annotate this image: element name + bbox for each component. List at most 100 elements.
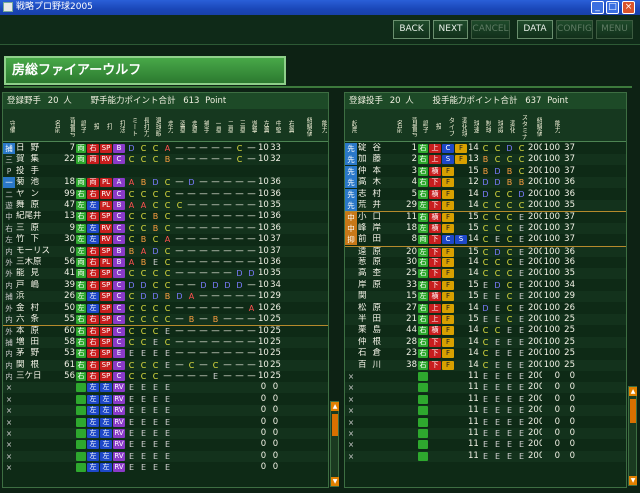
pitcher-row[interactable]: 先仲本3右横F150BDBC20010037 xyxy=(345,165,626,177)
batter-cell: E xyxy=(152,337,159,347)
pitcher-condition-icon xyxy=(418,406,428,416)
batter-row[interactable]: 二ヤン99右右RVCCCCC———————10036 xyxy=(3,189,328,200)
pitchers-scrollbar[interactable]: ▲ ▼ xyxy=(628,386,637,486)
batter-row[interactable]: × 左左 RV E E E E 0 0 xyxy=(3,417,328,428)
pitcher-row[interactable]: ×110EEEE20000 xyxy=(345,417,626,428)
pitcher-row[interactable]: 高杢25右下F145CCCE20010035 xyxy=(345,268,626,280)
pitcher-row[interactable]: 百川38右下F145CEEE20010025 xyxy=(345,359,626,371)
data-button[interactable]: DATA xyxy=(517,20,553,39)
batter-cell: C xyxy=(164,280,171,290)
pitcher-row[interactable]: 中小口11右横F150CCCE20010037 xyxy=(345,211,626,224)
batter-row[interactable]: 内茅野53右右SPEEEEE———————10025 xyxy=(3,348,328,359)
batter-cell: D xyxy=(140,292,147,302)
cancel-button[interactable]: CANCEL xyxy=(471,20,510,39)
config-button[interactable]: CONFIG xyxy=(556,20,593,39)
batters-scroll-thumb[interactable] xyxy=(332,414,338,436)
pitcher-row[interactable]: ×110EEEE20000 xyxy=(345,450,626,462)
pitcher-row[interactable]: 松原27右上F145DECE20010026 xyxy=(345,303,626,314)
batter-row[interactable]: 遊舞原47左左PLBAACCC——————10035 xyxy=(3,200,328,211)
pitcher-cell: E xyxy=(518,383,525,393)
pitcher-row[interactable]: 仲根28右下F145CEEE20010025 xyxy=(345,336,626,348)
batter-cell: — xyxy=(175,302,184,313)
pitchers-scroll-up[interactable]: ▲ xyxy=(629,387,637,396)
batter-bat-hand: SP xyxy=(100,360,112,370)
pitcher-row[interactable]: ×110EEEE20000 xyxy=(345,439,626,450)
batter-row[interactable]: 左竹下30左左RVCCBCA———————10037 xyxy=(3,234,328,245)
batter-throw-hand: 右 xyxy=(87,327,99,337)
batter-row[interactable]: 捕日野7両右SPBDCCA—————C—10033 xyxy=(3,143,328,154)
pitcher-row[interactable]: 半田21右上F150EECE20010025 xyxy=(345,314,626,325)
pitcher-row[interactable]: 先荒井29左下F145CCCC20010035 xyxy=(345,200,626,211)
batter-cell: 100 xyxy=(258,222,269,233)
pitchers-scroll-down[interactable]: ▼ xyxy=(629,476,637,485)
batters-scroll-down[interactable]: ▼ xyxy=(331,477,339,486)
pitcher-stamina-max: 200 xyxy=(528,428,542,438)
batter-cell: C xyxy=(164,178,171,188)
batters-scrollbar[interactable]: ▲ ▼ xyxy=(330,401,339,487)
batter-cell: 100 xyxy=(258,245,269,256)
pitcher-row[interactable]: 遠原20左下F150CDCE20010036 xyxy=(345,245,626,257)
pitcher-row[interactable]: 先高木4右下F126DDBB20010036 xyxy=(345,177,626,189)
batter-row[interactable]: × 左左 RV E E E E 0 0 xyxy=(3,439,328,450)
batter-row[interactable]: × 左左 RV E E E E 0 0 xyxy=(3,450,328,462)
pitcher-row[interactable]: 先碇谷1右上CF145CCDC20010037 xyxy=(345,143,626,154)
pitcher-row[interactable]: 岸原33右下F150EDCE20010034 xyxy=(345,280,626,291)
pitcher-row[interactable]: 葱原30右下F140CCCE20010036 xyxy=(345,257,626,268)
batter-row[interactable]: × 左左 RV E E E E 0 0 xyxy=(3,382,328,394)
batter-row[interactable]: 内モーリス0左右SPBBADC———————10037 xyxy=(3,245,328,257)
batter-row[interactable]: 捕増田58右右SPCCCEC———————10025 xyxy=(3,336,328,348)
batter-row[interactable]: × 左左 RV E E E E 0 0 xyxy=(3,428,328,439)
pitcher-rating: 0 xyxy=(569,428,575,438)
pitchers-scroll-thumb[interactable] xyxy=(630,399,636,423)
pitcher-throw-hand: 下 xyxy=(429,280,441,290)
batter-row[interactable]: 外能見41両右SPCCCCC—————DD10035 xyxy=(3,268,328,280)
menu-button[interactable]: MENU xyxy=(596,20,633,39)
batter-row[interactable]: × 左左 RV E E E E 0 0 xyxy=(3,394,328,405)
pitcher-arm-type: F xyxy=(442,292,454,302)
pitcher-row[interactable]: ×110EEEE20000 xyxy=(345,405,626,417)
batter-row[interactable]: 右三原9左左RVCCCBC———————10036 xyxy=(3,222,328,234)
pitcher-row[interactable]: ×110EEEE20000 xyxy=(345,382,626,394)
pitcher-row[interactable]: 先志村5右横F145DCCD20010036 xyxy=(345,188,626,200)
pitcher-row[interactable]: 先加藤2右上SF130BCCC20010037 xyxy=(345,154,626,166)
pitcher-row[interactable]: 関15左横F150EECE20010029 xyxy=(345,291,626,303)
pitcher-condition-icon xyxy=(418,417,428,427)
batter-row[interactable]: 中紀尾井13右右SPCCCBC———————10036 xyxy=(3,211,328,222)
batter-row[interactable]: 内三ケ日56右右SPCCCC————E———10025 xyxy=(3,371,328,382)
batter-row[interactable]: 一菊池18両両PLAABDC—D—————10036 xyxy=(3,177,328,189)
toolbar: BACK NEXT CANCEL DATA CONFIG MENU xyxy=(0,15,640,45)
pitcher-row[interactable]: ×110EEEE20000 xyxy=(345,394,626,405)
next-button[interactable]: NEXT xyxy=(433,20,468,39)
batter-row[interactable]: 内六条55右右SPCCCCC—B—B———10025 xyxy=(3,314,328,325)
batter-row[interactable]: 捕浜26左左SPCCDDBDA—————10029 xyxy=(3,291,328,303)
batter-cell: 0 xyxy=(272,416,279,427)
pitcher-row[interactable]: 栗島44右横F145CCEE20010025 xyxy=(345,325,626,336)
batter-row[interactable]: × 左左 RV E E E E 0 0 xyxy=(3,462,328,473)
pitcher-row[interactable]: ×110EEEE20000 xyxy=(345,428,626,439)
batter-row[interactable]: P 投手 xyxy=(3,166,328,177)
minimize-button[interactable]: _ xyxy=(591,1,604,14)
maximize-button[interactable]: □ xyxy=(606,1,619,14)
batter-batting-style: C xyxy=(113,155,125,165)
pitcher-cell: C xyxy=(506,247,513,257)
batter-row[interactable]: × 左左 RV E E E E 0 0 xyxy=(3,405,328,417)
batter-cell: B xyxy=(164,155,171,165)
batter-row[interactable]: 内戸嶋39右右SPCDDCC——DDDD—10034 xyxy=(3,280,328,291)
batter-row[interactable]: 外本原60右右SPCCCCE———————10025 xyxy=(3,325,328,337)
batter-cell: C xyxy=(128,303,135,313)
close-button[interactable]: × xyxy=(622,1,635,14)
batter-row[interactable]: 外三木原56両右PLBABEC———————10036 xyxy=(3,257,328,268)
batters-scroll-up[interactable]: ▲ xyxy=(331,402,339,411)
batter-row[interactable]: 内関根61右右SPCCCCE—C—C———10025 xyxy=(3,359,328,371)
batter-row[interactable]: 外金村50左左SPCCCCC——————A10026 xyxy=(3,303,328,314)
pitcher-row[interactable]: ×110EEEE20000 xyxy=(345,371,626,382)
batter-row[interactable]: 三賀集22両両RVCCCCB—————C—10032 xyxy=(3,154,328,166)
pitcher-row[interactable]: 石倉23右下F145CEEE20010025 xyxy=(345,348,626,359)
batter-throw-hand: 両 xyxy=(87,178,99,188)
pitcher-rating: 37 xyxy=(564,143,575,153)
pitcher-row[interactable]: 抑前田8両下CS145CECE20010037 xyxy=(345,234,626,246)
pitcher-row[interactable]: 中峰岸18左横F150CCCE20010037 xyxy=(345,222,626,234)
batter-cell: — xyxy=(199,326,208,337)
batter-number: 56 xyxy=(64,371,75,381)
back-button[interactable]: BACK xyxy=(393,20,430,39)
